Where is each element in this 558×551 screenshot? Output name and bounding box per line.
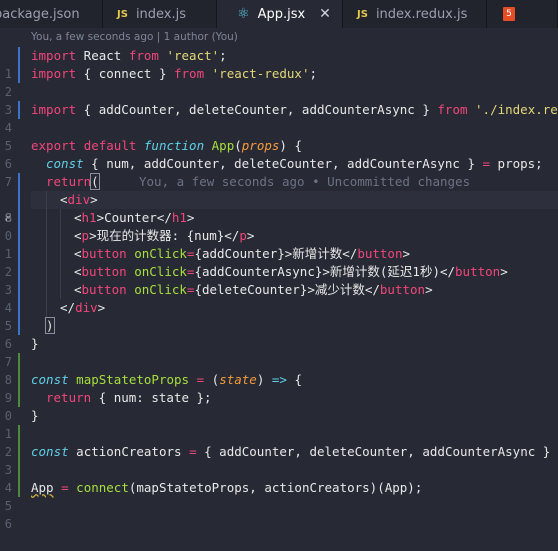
code-line: 4 <button onClick={deleteCounter}>减少计数</… [0,281,558,315]
tab-index-redux-js[interactable]: JS index.redux.js [343,0,487,28]
code-line: 3 [0,83,558,117]
code-line: 2 [0,425,558,459]
code-line: 5 App = connect(mapStatetoProps, actionC… [0,479,558,513]
code-line: 5 </div> [0,299,558,333]
code-line: 1 import React from 'react'; [0,47,558,81]
code-line-current: 8 return( You, a few seconds ago • Uncom… [0,173,558,225]
react-file-icon: ⚛ [237,6,250,22]
html5-file-icon: 5 [503,7,515,21]
editor-tab-bar: package.json JS index.js ⚛ App.jsx ✕ JS … [0,0,558,28]
code-line: 1 <p>现在的计数器: {num}</p> [0,227,558,261]
inline-blame-annotation: You, a few seconds ago • Uncommitted cha… [139,174,471,189]
code-line: 6 [0,497,558,531]
code-line: 2 import { connect } from 'react-redux'; [0,65,558,99]
code-editor[interactable]: 1 import React from 'react'; 2 import { … [0,47,558,531]
code-line: 4 import { addCounter, deleteCounter, ad… [0,101,558,135]
code-line: 2 <button onClick={addCounter}>新增计数</but… [0,245,558,279]
tab-package-json[interactable]: package.json [0,0,103,28]
tab-label: index.redux.js [375,6,468,22]
close-icon[interactable]: ✕ [319,6,331,22]
code-line: 0 <h1>Counter</h1> [0,209,558,243]
code-line: 3 const actionCreators = { addCounter, d… [0,443,558,477]
tab-label: package.json [0,6,80,22]
line-number: 6 [4,517,12,531]
code-line: 5 [0,119,558,153]
code-line: 3 <button onClick={addCounterAsync}>新增计数… [0,263,558,297]
code-line: 6 ) [0,317,558,351]
code-line: 1 } [0,407,558,441]
code-line: 9 const mapStatetoProps = (state) => { [0,371,558,405]
code-line: 8 [0,353,558,387]
codelens-blame[interactable]: You, a few seconds ago | 1 author (You) [31,31,238,43]
code-line: 7 const { num, addCounter, deleteCounter… [0,155,558,189]
code-line: 0 return { num: state }; [0,389,558,423]
tab-html-file[interactable]: 5 [487,0,558,28]
code-line: 9 <div> [0,191,558,225]
code-line: 4 [0,461,558,495]
js-file-icon: JS [117,8,128,20]
code-line: 7 } [0,335,558,369]
code-line: 6 export default function App(props) { [0,137,558,171]
tab-label: index.js [135,6,187,22]
tab-label: App.jsx [257,6,306,22]
js-file-icon: JS [357,8,368,20]
tab-app-jsx[interactable]: ⚛ App.jsx ✕ [217,0,343,28]
tab-index-js[interactable]: JS index.js [103,0,217,28]
